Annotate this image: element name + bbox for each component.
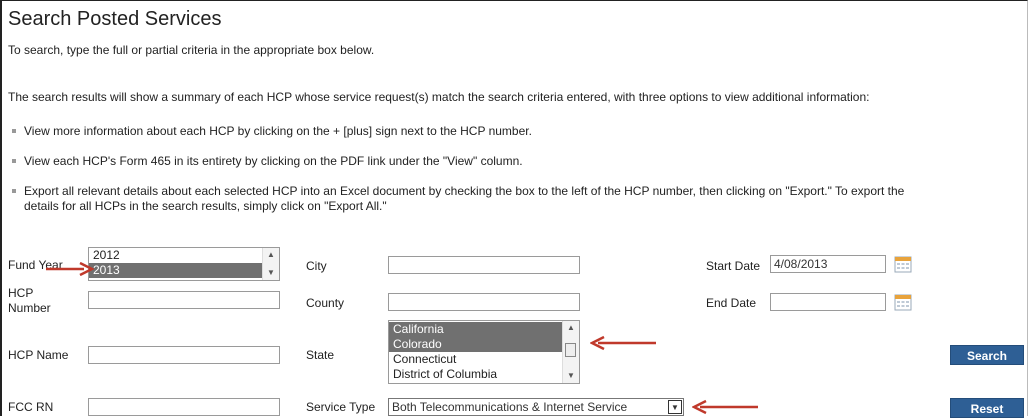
bullet-icon <box>12 158 16 163</box>
state-option[interactable]: Connecticut <box>389 352 579 367</box>
dropdown-arrow-icon[interactable]: ▼ <box>668 400 682 414</box>
state-option-selected[interactable]: Colorado <box>389 337 579 352</box>
fund-year-scrollbar[interactable]: ▲ ▼ <box>262 248 279 280</box>
bullet-item: View more information about each HCP by … <box>12 124 532 138</box>
fund-year-option-selected[interactable]: 2013 <box>89 263 279 278</box>
annotation-arrow-icon <box>46 262 94 276</box>
service-type-select[interactable]: Both Telecommunications & Internet Servi… <box>388 398 684 416</box>
calendar-icon[interactable] <box>894 255 912 273</box>
state-listbox[interactable]: California Colorado Connecticut District… <box>388 320 580 384</box>
county-input[interactable] <box>388 293 580 311</box>
end-date-label: End Date <box>706 296 757 310</box>
state-label: State <box>306 348 335 362</box>
start-date-input[interactable]: 4/08/2013 <box>770 255 886 273</box>
bullet-icon <box>12 188 16 193</box>
annotation-arrow-icon <box>692 399 758 415</box>
scroll-thumb[interactable] <box>565 343 576 357</box>
bullet-item-continued: details for all HCPs in the search resul… <box>24 199 387 213</box>
results-intro-text: The search results will show a summary o… <box>8 90 870 104</box>
hcp-number-label: HCP Number <box>8 286 51 315</box>
county-label: County <box>306 296 345 310</box>
reset-button[interactable]: Reset <box>950 398 1024 418</box>
hcp-number-input[interactable] <box>88 291 280 309</box>
fcc-rn-label: FCC RN <box>8 400 54 414</box>
state-option-selected[interactable]: California <box>389 322 579 337</box>
intro-text: To search, type the full or partial crit… <box>8 43 375 57</box>
bullet-item: Export all relevant details about each s… <box>12 184 904 198</box>
scroll-up-arrow-icon[interactable]: ▲ <box>563 321 579 335</box>
calendar-icon[interactable] <box>894 293 912 311</box>
state-scrollbar[interactable]: ▲ ▼ <box>562 321 579 383</box>
fund-year-listbox[interactable]: 2012 2013 ▲ ▼ <box>88 247 280 281</box>
hcp-name-label: HCP Name <box>8 348 69 362</box>
scroll-down-arrow-icon[interactable]: ▼ <box>563 369 579 383</box>
fcc-rn-input[interactable] <box>88 398 280 416</box>
fund-year-option[interactable]: 2012 <box>89 248 279 263</box>
scroll-up-arrow-icon[interactable]: ▲ <box>263 248 279 262</box>
start-date-label: Start Date <box>706 259 761 273</box>
service-type-label: Service Type <box>306 400 376 414</box>
bullet-icon <box>12 128 16 133</box>
bullet-item: View each HCP's Form 465 in its entirety… <box>12 154 523 168</box>
state-option[interactable]: District of Columbia <box>389 367 579 382</box>
scroll-down-arrow-icon[interactable]: ▼ <box>263 266 279 280</box>
hcp-name-input[interactable] <box>88 346 280 364</box>
page-title: Search Posted Services <box>8 8 222 30</box>
search-button[interactable]: Search <box>950 345 1024 365</box>
city-label: City <box>306 259 327 273</box>
annotation-arrow-icon <box>590 335 656 351</box>
city-input[interactable] <box>388 256 580 274</box>
end-date-input[interactable] <box>770 293 886 311</box>
